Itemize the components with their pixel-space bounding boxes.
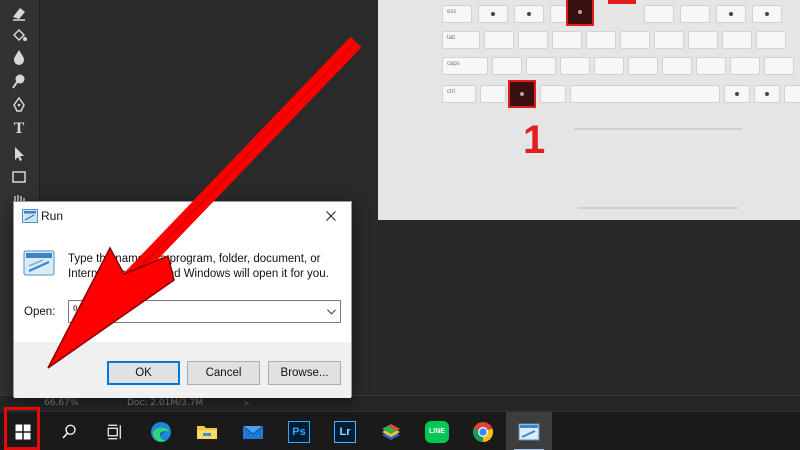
mail-button[interactable]	[230, 412, 276, 450]
run-taskbar-icon	[518, 423, 540, 440]
type-icon[interactable]: T	[6, 118, 32, 140]
edge-icon	[151, 421, 171, 442]
run-footer: OK Cancel Browse...	[14, 342, 351, 398]
run-app-icon	[23, 250, 55, 276]
file-explorer-button[interactable]	[184, 412, 230, 450]
taskbar: Ps Lr LINE	[0, 411, 800, 450]
bluestacks-taskbar-button[interactable]	[368, 412, 414, 450]
rectangle-icon[interactable]	[6, 166, 32, 188]
eraser-icon[interactable]	[6, 2, 32, 24]
task-view-button[interactable]	[92, 412, 138, 450]
lightroom-icon-label: Lr	[339, 425, 351, 438]
open-dropdown-button[interactable]	[324, 304, 338, 319]
status-menu-arrow[interactable]: >	[244, 399, 249, 408]
photoshop-taskbar-button[interactable]: Ps	[276, 412, 322, 450]
dodge-icon[interactable]	[6, 70, 32, 92]
line-icon: LINE	[425, 420, 449, 443]
line-taskbar-button[interactable]: LINE	[414, 412, 460, 450]
document-size: Doc: 2.01M/3.7M	[127, 398, 204, 408]
lightroom-taskbar-button[interactable]: Lr	[322, 412, 368, 450]
folder-icon	[197, 425, 217, 439]
cancel-button[interactable]: Cancel	[187, 361, 260, 385]
bluestacks-icon	[382, 423, 400, 440]
chevron-down-icon	[326, 308, 336, 315]
ok-button[interactable]: OK	[107, 361, 180, 385]
zoom-level[interactable]: 66.67%	[44, 398, 78, 408]
search-button[interactable]	[46, 412, 92, 450]
document-image: esc tab caps ctrl 1	[378, 0, 800, 220]
path-selection-icon[interactable]	[6, 143, 32, 165]
open-input-value: %	[73, 305, 84, 317]
windows-key-highlight	[508, 80, 536, 108]
close-icon	[326, 211, 336, 221]
chrome-icon	[472, 421, 494, 442]
touchpad-edge	[578, 207, 738, 209]
photoshop-icon-label: Ps	[292, 425, 306, 438]
run-title: Run	[41, 209, 64, 223]
type-tool-glyph: T	[13, 120, 25, 137]
windows-icon	[15, 424, 31, 439]
close-button[interactable]	[311, 202, 351, 230]
touchpad	[574, 128, 742, 203]
paint-bucket-icon[interactable]	[6, 24, 32, 46]
blur-icon[interactable]	[6, 46, 32, 68]
run-titlebar[interactable]: Run	[14, 202, 351, 230]
mail-icon	[242, 425, 264, 439]
open-input[interactable]: %	[68, 300, 341, 323]
open-label: Open:	[24, 306, 56, 318]
search-icon	[62, 424, 76, 439]
line-icon-label: LINE	[429, 428, 445, 435]
run-icon	[22, 209, 38, 223]
start-button[interactable]	[0, 412, 46, 450]
run-taskbar-button[interactable]	[506, 412, 552, 450]
step-number: 1	[523, 118, 546, 162]
highlighted-key-top	[566, 0, 594, 26]
photoshop-icon: Ps	[288, 420, 310, 443]
task-view-icon	[107, 424, 121, 439]
run-body: Type the name of a program, folder, docu…	[14, 230, 351, 342]
run-description: Type the name of a program, folder, docu…	[68, 253, 329, 280]
run-dialog: Run Type the name of a program, folder, …	[13, 201, 352, 398]
pen-icon[interactable]	[6, 94, 32, 116]
chrome-taskbar-button[interactable]	[460, 412, 506, 450]
browse-button[interactable]: Browse...	[268, 361, 341, 385]
lightroom-icon: Lr	[334, 420, 356, 443]
edge-button[interactable]	[138, 412, 184, 450]
